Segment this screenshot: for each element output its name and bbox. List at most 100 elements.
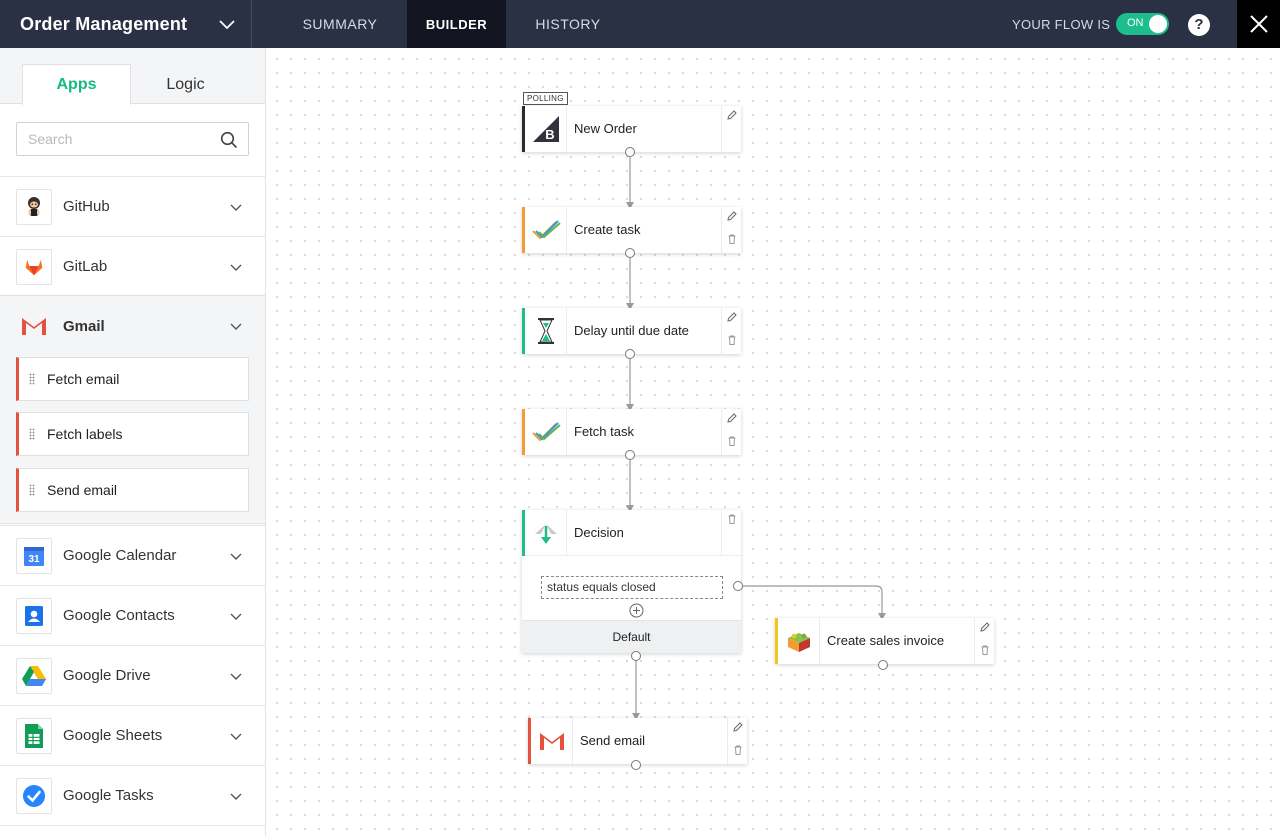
flow-title: Order Management	[20, 13, 188, 34]
help-button[interactable]: ?	[1188, 14, 1210, 36]
toggle-knob	[1149, 15, 1167, 33]
google-drive-icon	[16, 657, 52, 694]
flow-status-label: YOUR FLOW IS	[1012, 17, 1111, 32]
search-icon[interactable]	[220, 131, 238, 149]
node-label: Fetch task	[574, 424, 634, 439]
trash-icon[interactable]	[726, 233, 738, 245]
tab-builder[interactable]: BUILDER	[407, 0, 506, 48]
action-fetch-labels[interactable]: Fetch labels	[16, 412, 249, 456]
app-name: Google Calendar	[63, 547, 177, 564]
pencil-icon[interactable]	[732, 721, 744, 733]
search-box	[16, 122, 249, 156]
node-delay[interactable]: Delay until due date	[522, 308, 741, 354]
google-sheets-icon	[16, 717, 52, 754]
app-name: Google Contacts	[63, 607, 175, 624]
tab-logic[interactable]: Logic	[131, 64, 240, 105]
hourglass-icon	[525, 308, 567, 354]
app-item-github[interactable]: GitHub	[0, 176, 265, 236]
search-input[interactable]	[17, 123, 207, 155]
node-send-email[interactable]: Send email	[528, 718, 747, 764]
app-item-google-tasks[interactable]: Google Tasks	[0, 765, 265, 825]
trash-icon[interactable]	[726, 435, 738, 447]
chevron-down-icon	[219, 20, 235, 30]
pencil-icon[interactable]	[726, 412, 738, 424]
toggle-text: ON	[1127, 17, 1144, 29]
tab-summary-label: SUMMARY	[302, 16, 378, 32]
node-create-sales-invoice[interactable]: Create sales invoice	[775, 618, 994, 664]
tab-apps[interactable]: Apps	[22, 64, 131, 105]
close-button[interactable]	[1237, 0, 1280, 48]
decision-icon	[525, 510, 567, 556]
node-tools	[721, 207, 741, 253]
flow-toggle[interactable]: ON	[1116, 13, 1169, 35]
tasks-check-icon	[525, 409, 567, 455]
invoice-app-icon	[778, 618, 820, 664]
action-label: Fetch labels	[47, 426, 123, 442]
tab-logic-label: Logic	[166, 75, 205, 93]
tab-history[interactable]: HISTORY	[518, 0, 618, 48]
action-label: Send email	[47, 482, 118, 498]
tasks-check-icon	[525, 207, 567, 253]
trash-icon[interactable]	[726, 334, 738, 346]
node-new-order[interactable]: B New Order	[522, 106, 741, 152]
node-label: Delay until due date	[574, 323, 689, 338]
condition-output-port[interactable]	[733, 581, 743, 591]
tab-summary[interactable]: SUMMARY	[284, 0, 396, 48]
sidebar-tabs: Apps Logic	[0, 48, 265, 105]
top-bar: Order Management SUMMARY BUILDER HISTORY…	[0, 0, 1280, 48]
decision-condition[interactable]: status equals closed	[541, 576, 723, 599]
add-condition-icon[interactable]	[629, 603, 644, 618]
action-label: Fetch email	[47, 371, 120, 387]
flow-canvas[interactable]: POLLING B New Order Create task Delay un…	[266, 48, 1280, 836]
help-icon: ?	[1194, 16, 1204, 33]
node-output-port[interactable]	[878, 660, 888, 670]
app-name: GitHub	[63, 198, 110, 215]
node-decision[interactable]: Decision status equals closed Default	[522, 510, 741, 653]
app-item-google-sheets[interactable]: Google Sheets	[0, 705, 265, 765]
trash-icon[interactable]	[979, 644, 991, 656]
tab-apps-label: Apps	[56, 76, 97, 93]
app-group-gmail: Gmail Fetch email Fetch labels Send emai…	[0, 295, 265, 524]
chevron-down-icon	[230, 733, 242, 740]
close-icon	[1249, 15, 1268, 33]
pencil-icon[interactable]	[979, 621, 991, 633]
app-item-gitlab[interactable]: GitLab	[0, 236, 265, 296]
chevron-down-icon	[230, 673, 242, 680]
trash-icon[interactable]	[732, 744, 744, 756]
node-create-task[interactable]: Create task	[522, 207, 741, 253]
pencil-icon[interactable]	[726, 210, 738, 222]
node-fetch-task[interactable]: Fetch task	[522, 409, 741, 455]
pencil-icon[interactable]	[726, 109, 738, 121]
sidebar: Apps Logic GitHub GitLab Gmail Fetch ema…	[0, 48, 266, 836]
google-calendar-icon: 31	[16, 537, 52, 574]
google-tasks-icon	[16, 777, 52, 814]
node-label: Create task	[574, 222, 641, 237]
app-item-google-contacts[interactable]: Google Contacts	[0, 585, 265, 645]
node-tools	[721, 510, 741, 556]
trash-icon[interactable]	[726, 513, 738, 525]
divider	[0, 825, 265, 826]
action-send-email[interactable]: Send email	[16, 468, 249, 512]
node-output-port[interactable]	[625, 147, 635, 157]
action-fetch-email[interactable]: Fetch email	[16, 357, 249, 401]
gitlab-icon	[16, 248, 52, 285]
drag-handle-icon	[29, 428, 35, 440]
node-tools	[721, 106, 741, 152]
node-label: New Order	[574, 121, 637, 136]
svg-text:B: B	[545, 127, 554, 142]
pencil-icon[interactable]	[726, 311, 738, 323]
node-tools	[727, 718, 747, 764]
node-tools	[721, 409, 741, 455]
flow-selector[interactable]: Order Management	[0, 0, 252, 48]
node-output-port[interactable]	[625, 450, 635, 460]
node-output-port[interactable]	[625, 248, 635, 258]
google-contacts-icon	[16, 597, 52, 634]
node-output-port[interactable]	[631, 760, 641, 770]
default-output-port[interactable]	[631, 651, 641, 661]
node-output-port[interactable]	[625, 349, 635, 359]
github-icon	[16, 188, 52, 225]
app-item-google-drive[interactable]: Google Drive	[0, 645, 265, 705]
decision-default-branch[interactable]: Default	[522, 620, 741, 653]
app-item-gmail[interactable]: Gmail	[0, 296, 265, 356]
app-item-google-calendar[interactable]: 31 Google Calendar	[0, 525, 265, 585]
